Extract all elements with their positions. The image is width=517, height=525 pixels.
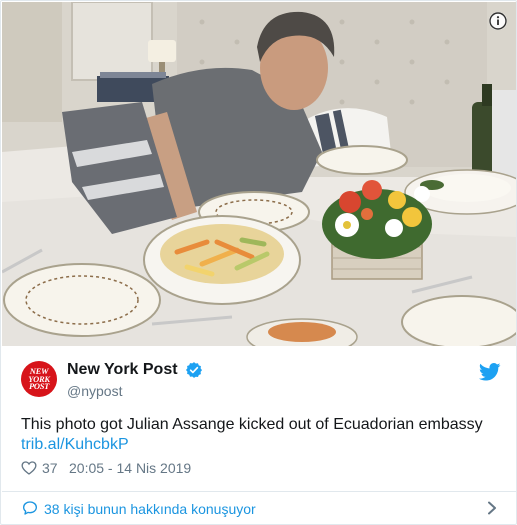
tweet-link[interactable]: trib.al/KuhcbkP <box>21 436 129 454</box>
tweet-timestamp[interactable]: 20:05 - 14 Nis 2019 <box>69 460 191 476</box>
speech-bubble-icon <box>22 500 38 516</box>
tweet-text: This photo got Julian Assange kicked out… <box>21 416 483 433</box>
tweet-photo[interactable] <box>2 2 516 346</box>
twitter-bird-icon[interactable] <box>478 363 501 381</box>
author-name-row[interactable]: New York Post <box>67 361 203 381</box>
avatar-logo-text: NEW YORK POST <box>28 366 50 391</box>
display-name[interactable]: New York Post <box>67 361 178 378</box>
chevron-right-icon[interactable] <box>486 501 498 515</box>
avatar[interactable]: NEW YORK POST <box>21 361 57 397</box>
embedded-tweet-card: NEW YORK POST New York Post @nypost This… <box>0 0 517 525</box>
heart-icon[interactable] <box>21 460 37 476</box>
conversation-link[interactable]: 38 kişi bunun hakkında konuşuyor <box>44 501 256 517</box>
account-handle[interactable]: @nypost <box>67 383 122 399</box>
conversation-footer[interactable]: 38 kişi bunun hakkında konuşuyor <box>2 492 516 524</box>
verified-badge-icon <box>185 361 203 379</box>
photo-illustration <box>2 2 516 346</box>
info-icon[interactable] <box>489 12 507 30</box>
like-count[interactable]: 37 <box>42 460 58 476</box>
